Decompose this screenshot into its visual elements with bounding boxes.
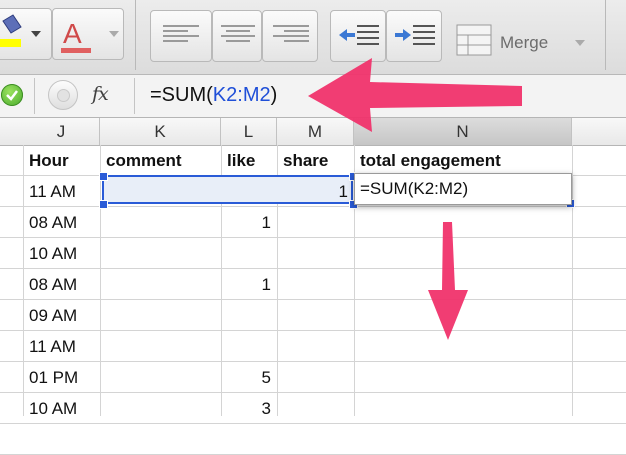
header-cell-share[interactable]: share [277, 145, 354, 176]
cancel-icon[interactable] [48, 80, 78, 110]
cell-comment[interactable] [100, 238, 221, 269]
function-fx-icon[interactable]: fx [92, 83, 109, 105]
increase-indent-icon [395, 25, 435, 45]
column-header-m[interactable]: M [277, 118, 354, 145]
header-cell-total[interactable]: total engagement [354, 145, 572, 176]
align-center-icon [221, 25, 255, 45]
increase-indent-button[interactable] [386, 10, 442, 62]
header-cell-hour[interactable]: Hour [23, 145, 100, 176]
cell-like[interactable]: 3 [221, 393, 277, 424]
fill-color-button[interactable] [0, 8, 52, 60]
cell-total[interactable] [354, 393, 572, 424]
column-header-n[interactable]: N [354, 118, 572, 145]
cell-share[interactable] [277, 300, 354, 331]
cell-comment[interactable] [100, 207, 221, 238]
align-left-button[interactable] [150, 10, 212, 62]
cell-hour[interactable]: 11 AM [23, 331, 100, 362]
merge-button[interactable]: Merge [500, 33, 548, 53]
cell-comment[interactable] [100, 331, 221, 362]
active-cell-formula[interactable]: =SUM(K2:M2) [360, 173, 468, 205]
ribbon-toolbar: A Merge [0, 0, 626, 75]
font-color-button[interactable]: A [52, 8, 124, 60]
cell-comment[interactable] [100, 300, 221, 331]
cell-share[interactable] [277, 238, 354, 269]
cell-share[interactable] [277, 393, 354, 424]
formula-reference: K2:M2 [212, 84, 271, 106]
grid-vline [572, 145, 573, 416]
cell-total[interactable] [354, 207, 572, 238]
cell-hour[interactable]: 10 AM [23, 393, 100, 424]
cell-total[interactable] [354, 238, 572, 269]
cell-like[interactable] [221, 176, 277, 207]
cell-like[interactable] [221, 300, 277, 331]
cell-like[interactable]: 1 [221, 207, 277, 238]
align-right-icon [273, 25, 309, 45]
cell-comment[interactable] [100, 176, 221, 207]
cell-total[interactable] [354, 331, 572, 362]
svg-text:A: A [63, 18, 82, 49]
column-header-j[interactable]: J [23, 118, 100, 145]
cell-share[interactable] [277, 269, 354, 300]
decrease-indent-icon [339, 25, 379, 45]
decrease-indent-button[interactable] [330, 10, 386, 62]
cell-share[interactable] [277, 362, 354, 393]
chevron-down-icon [109, 31, 119, 37]
cell-hour[interactable]: 11 AM [23, 176, 100, 207]
cell-comment[interactable] [100, 362, 221, 393]
align-left-icon [163, 25, 199, 45]
cell-hour[interactable]: 08 AM [23, 207, 100, 238]
cell-hour[interactable]: 01 PM [23, 362, 100, 393]
cell-total[interactable] [354, 300, 572, 331]
cell-comment[interactable] [100, 393, 221, 424]
formula-input[interactable]: =SUM(K2:M2) [150, 84, 277, 107]
cell-share[interactable] [277, 207, 354, 238]
cell-hour[interactable]: 08 AM [23, 269, 100, 300]
chevron-down-icon[interactable] [575, 40, 585, 46]
cell-like[interactable]: 1 [221, 269, 277, 300]
header-cell-comment[interactable]: comment [100, 145, 221, 176]
cell-total[interactable] [354, 362, 572, 393]
cell-hour[interactable]: 09 AM [23, 300, 100, 331]
chevron-down-icon [31, 31, 41, 37]
align-center-button[interactable] [212, 10, 262, 62]
cell-like[interactable] [221, 331, 277, 362]
cell-total[interactable] [354, 269, 572, 300]
fill-color-icon [0, 14, 22, 47]
cell-share[interactable] [277, 331, 354, 362]
merge-cells-icon [456, 24, 492, 56]
cell-comment[interactable] [100, 269, 221, 300]
column-header-blank[interactable] [572, 118, 626, 145]
align-right-button[interactable] [262, 10, 318, 62]
checkmark-confirm-icon[interactable] [1, 84, 23, 106]
font-color-icon: A [61, 18, 91, 53]
header-cell-like[interactable]: like [221, 145, 277, 176]
column-header-k[interactable]: K [100, 118, 221, 145]
formula-suffix: ) [270, 84, 278, 106]
formula-prefix: =SUM( [150, 84, 213, 106]
cell-like[interactable]: 5 [221, 362, 277, 393]
column-header-l[interactable]: L [221, 118, 277, 145]
cell-share[interactable]: 1 [277, 176, 354, 207]
cell-hour[interactable]: 10 AM [23, 238, 100, 269]
cell-like[interactable] [221, 238, 277, 269]
